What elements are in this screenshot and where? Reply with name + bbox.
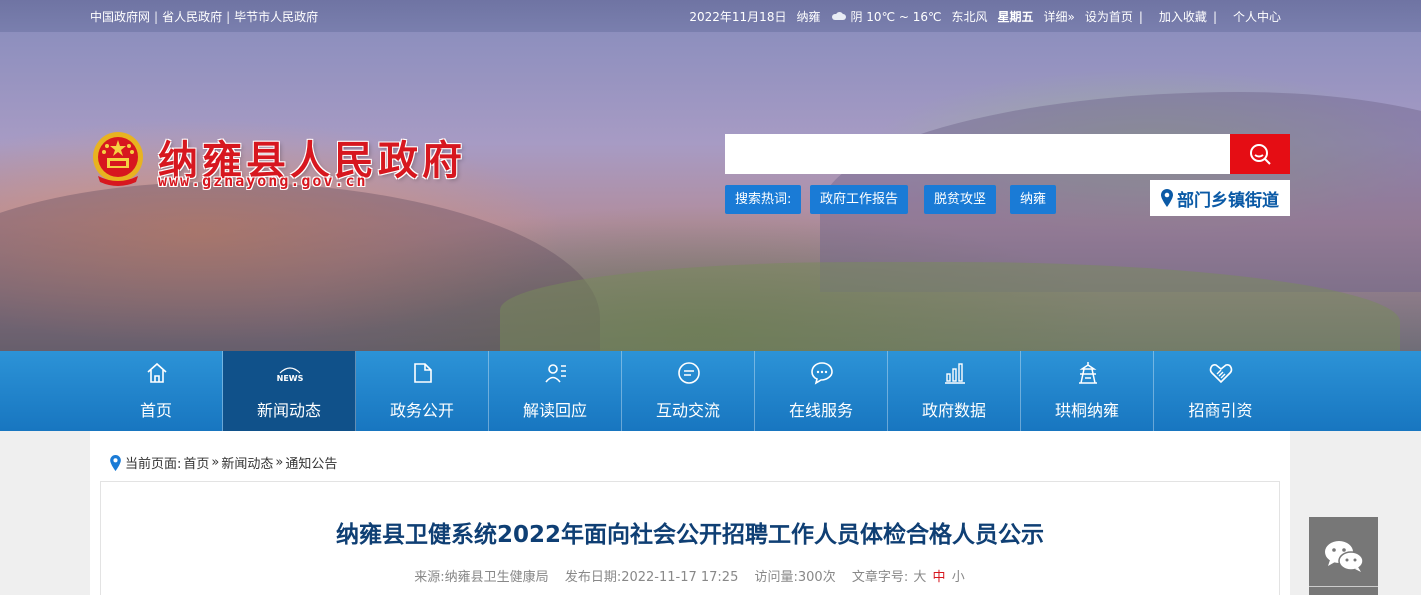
font-size-large[interactable]: 大 (913, 570, 926, 585)
top-bar: 中国政府网 | 省人民政府 | 毕节市人民政府 2022年11月18日 纳雍 阴 10℃… (0, 0, 1421, 32)
nav-investment[interactable]: 招商引资 (1154, 351, 1287, 431)
search-icon (1250, 144, 1271, 165)
main-nav: 首页 NEWS 新闻动态 政务公开 解读回应 互动交流 在线服务 政府数据 珙桐… (0, 351, 1421, 435)
wind-info: 东北风 (951, 10, 988, 24)
article-date: 发布日期:2022-11-17 17:25 (564, 570, 739, 585)
cloud-icon (830, 12, 848, 21)
breadcrumb-prefix: 当前页面: (125, 457, 182, 472)
breadcrumb: 当前页面: 首页 » 新闻动态 » 通知公告 (110, 453, 339, 472)
top-links: 中国政府网 | 省人民政府 | 毕节市人民政府 (90, 10, 319, 24)
link-bijie[interactable]: 毕节市人民政府 (234, 10, 318, 24)
bookmark-link[interactable]: 加入收藏 (1159, 8, 1207, 25)
svg-text:NEWS: NEWS (277, 374, 304, 383)
handshake-icon (1209, 364, 1233, 384)
search-input[interactable] (725, 134, 1230, 174)
nav-nayong-culture[interactable]: 珙桐纳雍 (1021, 351, 1154, 431)
header-banner: 纳雍县人民政府 www.gznayong.gov.cn 搜索热词: 政府工作报告… (0, 32, 1421, 351)
weather-detail-link[interactable]: 详细» (1044, 8, 1075, 25)
breadcrumb-notice[interactable]: 通知公告 (285, 453, 337, 472)
font-size-control: 文章字号: 大 中 小 (851, 570, 965, 585)
news-icon: NEWS (277, 367, 304, 383)
article-box: 纳雍县卫健系统2022年面向社会公开招聘工作人员体检合格人员公示 来源:纳雍县卫… (100, 481, 1280, 595)
location-pin-icon (110, 454, 121, 471)
nav-gov-affairs[interactable]: 政务公开 (356, 351, 489, 431)
weather-info: 阴 10℃ ~ 16℃ (830, 8, 941, 25)
breadcrumb-home[interactable]: 首页 (183, 453, 209, 472)
reader-icon (545, 364, 566, 383)
tower-icon (1079, 362, 1097, 384)
nav-news[interactable]: NEWS 新闻动态 (223, 351, 356, 435)
weekday: 星期五 (997, 10, 1034, 24)
national-emblem-icon (93, 132, 143, 186)
font-size-medium[interactable]: 中 (933, 570, 946, 585)
wechat-button[interactable] (1309, 517, 1378, 595)
hot-word-nayong[interactable]: 纳雍 (1010, 185, 1057, 214)
article-source: 来源:纳雍县卫生健康局 (414, 570, 549, 585)
nav-online-service[interactable]: 在线服务 (755, 351, 888, 431)
article-title: 纳雍县卫健系统2022年面向社会公开招聘工作人员体检合格人员公示 (335, 522, 1044, 548)
hot-word-poverty[interactable]: 脱贫攻坚 (924, 185, 997, 214)
wechat-icon (1324, 541, 1364, 572)
home-icon (147, 362, 167, 383)
chart-icon (945, 363, 965, 384)
personal-center-link[interactable]: 个人中心 (1233, 8, 1281, 25)
hot-words-label: 搜索热词: (725, 185, 802, 214)
nav-home[interactable]: 首页 (90, 351, 223, 431)
search-button[interactable] (1230, 134, 1290, 174)
hot-word-report[interactable]: 政府工作报告 (810, 185, 909, 214)
link-gov-cn[interactable]: 中国政府网 (90, 10, 150, 24)
link-province[interactable]: 省人民政府 (162, 10, 222, 24)
main-content: 当前页面: 首页 » 新闻动态 » 通知公告 纳雍县卫健系统2022年面向社会公… (90, 431, 1290, 595)
site-url: www.gznayong.gov.cn (158, 172, 368, 190)
nav-interpretation[interactable]: 解读回应 (489, 351, 622, 431)
chat-icon (678, 362, 700, 384)
weather-city: 纳雍 (796, 10, 821, 24)
dept-town-link[interactable]: 部门乡镇街道 (1150, 180, 1290, 216)
article-views: 访问量:300次 (754, 570, 836, 585)
set-home-link[interactable]: 设为首页 (1085, 8, 1133, 25)
folder-icon (414, 363, 432, 383)
current-date: 2022年11月18日 (689, 10, 787, 24)
nav-gov-data[interactable]: 政府数据 (888, 351, 1021, 431)
top-info: 2022年11月18日 纳雍 阴 10℃ ~ 16℃ 东北风 星期五 详细» 设… (689, 8, 1281, 25)
breadcrumb-news[interactable]: 新闻动态 (221, 453, 273, 472)
location-pin-icon (1161, 189, 1173, 207)
font-size-small[interactable]: 小 (952, 570, 965, 585)
article-meta: 来源:纳雍县卫生健康局 发布日期:2022-11-17 17:25 访问量:30… (101, 566, 1279, 585)
nav-interaction[interactable]: 互动交流 (622, 351, 755, 431)
service-icon (811, 362, 833, 385)
